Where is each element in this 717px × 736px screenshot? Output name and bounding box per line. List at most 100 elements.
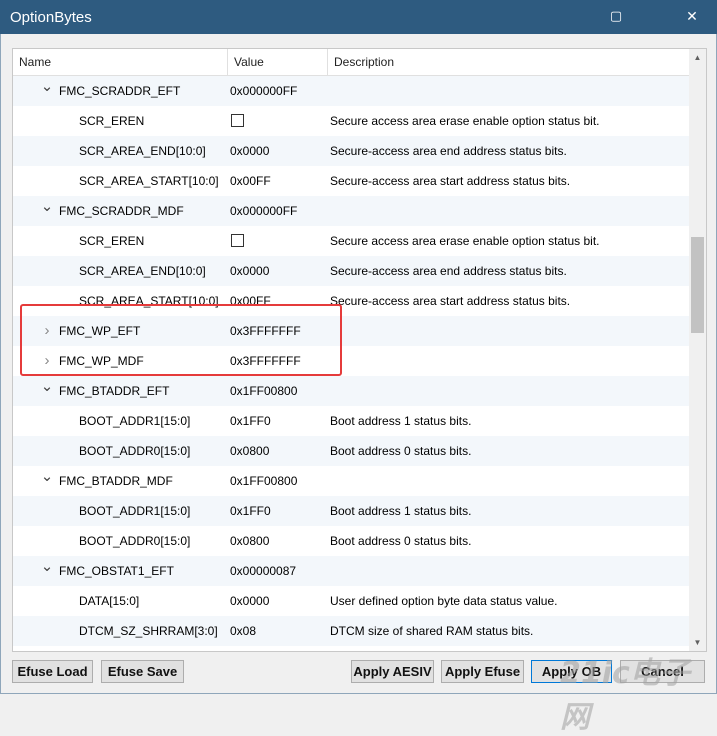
tree-row[interactable]: BOOT_ADDR0[15:0] 0x0800 Boot address 0 sta… (13, 436, 689, 466)
row-value-cell[interactable]: 0x3FFFFFFF (230, 346, 326, 376)
tree-row[interactable]: BOOT_ADDR1[15:0] 0x1FF0 Boot address 1 sta… (13, 406, 689, 436)
row-description (330, 556, 689, 586)
row-value: 0x0000 (230, 144, 270, 158)
tree-row[interactable]: BOOT_ADDR0[15:0] 0x0800 Boot address 0 sta… (13, 526, 689, 556)
row-name: BOOT_ADDR1[15:0] (79, 414, 191, 428)
row-value-cell[interactable]: 0x0000 (230, 136, 326, 166)
row-value-cell[interactable]: 0x0800 (230, 526, 326, 556)
row-name: BOOT_ADDR0[15:0] (79, 444, 191, 458)
tree-row[interactable]: SCR_AREA_START[10:0] 0x00FF Secure-access … (13, 286, 689, 316)
close-icon[interactable]: ✕ (680, 5, 704, 27)
row-value-cell[interactable]: 0x00000087 (230, 556, 326, 586)
tree-row[interactable]: SCR_AREA_START[10:0] 0x00FF Secure-access … (13, 166, 689, 196)
row-value-cell[interactable]: 0x1FF0 (230, 496, 326, 526)
row-name-cell: BOOT_ADDR0[15:0] (13, 526, 227, 556)
tree-row[interactable]: BOOT_ADDR1[15:0] 0x1FF0 Boot address 1 sta… (13, 496, 689, 526)
header-name[interactable]: Name (13, 49, 228, 75)
tree-row[interactable]: SCR_AREA_END[10:0] 0x0000 Secure-access ar… (13, 136, 689, 166)
tree-row[interactable]: ⌄ FMC_SCRADDR_EFT 0x000000FF (13, 76, 689, 106)
efuse-save-button[interactable]: Efuse Save (101, 660, 184, 683)
vertical-scrollbar[interactable]: ▲ ▼ (689, 49, 706, 651)
row-name: BOOT_ADDR1[15:0] (79, 504, 191, 518)
row-value-cell[interactable]: 0x0000 (230, 256, 326, 286)
chevron-down-icon[interactable]: ⌄ (40, 466, 54, 496)
cancel-button[interactable]: Cancel (620, 660, 705, 683)
tree-row[interactable]: DTCM_SZ_SHRRAM[3:0] 0x08 DTCM size of shar… (13, 616, 689, 646)
row-name: SCR_AREA_END[10:0] (79, 264, 206, 278)
row-value: 0x08 (230, 624, 257, 638)
row-name-cell: BOOT_ADDR1[15:0] (13, 406, 227, 436)
chevron-right-icon[interactable]: › (40, 316, 54, 346)
row-name: SCR_AREA_START[10:0] (79, 174, 219, 188)
row-name-cell: ⌄ FMC_SCRADDR_MDF (13, 196, 227, 226)
restore-icon[interactable]: ▢ (604, 5, 628, 27)
row-value: 0x3FFFFFFF (230, 354, 301, 368)
row-value: 0x0000 (230, 594, 270, 608)
chevron-down-icon[interactable]: ⌄ (40, 376, 54, 406)
row-value-cell[interactable]: 0x1FF0 (230, 406, 326, 436)
row-value-cell[interactable]: 0x000000FF (230, 76, 326, 106)
row-name-cell: › FMC_WP_EFT (13, 316, 227, 346)
row-value: 0x1FF00800 (230, 474, 298, 488)
tree-row[interactable]: ⌄ FMC_BTADDR_EFT 0x1FF00800 (13, 376, 689, 406)
scroll-up-icon[interactable]: ▲ (689, 49, 706, 66)
row-value-cell[interactable]: 0x00FF (230, 286, 326, 316)
row-value-cell[interactable]: 0x000000FF (230, 196, 326, 226)
header-description[interactable]: Description (328, 49, 689, 75)
row-name-cell: SCR_AREA_END[10:0] (13, 256, 227, 286)
row-value-cell[interactable]: 0x1FF00800 (230, 466, 326, 496)
row-description (330, 346, 689, 376)
chevron-down-icon[interactable]: ⌄ (40, 76, 54, 106)
tree-row[interactable]: ⌄ FMC_OBSTAT1_EFT 0x00000087 (13, 556, 689, 586)
row-name: SCR_EREN (79, 234, 145, 248)
row-description (330, 316, 689, 346)
row-value: 0x1FF0 (230, 414, 271, 428)
row-name: FMC_SCRADDR_MDF (59, 204, 184, 218)
scroll-thumb[interactable] (691, 237, 704, 333)
checkbox[interactable] (231, 234, 244, 248)
row-value-cell[interactable]: 0x1FF00800 (230, 376, 326, 406)
row-value-cell[interactable]: 0x0800 (230, 436, 326, 466)
tree-row[interactable]: ⌄ FMC_BTADDR_MDF 0x1FF00800 (13, 466, 689, 496)
row-value-cell[interactable]: 0x00FF (230, 166, 326, 196)
apply-efuse-button[interactable]: Apply Efuse (441, 660, 524, 683)
row-name-cell: ⌄ FMC_BTADDR_EFT (13, 376, 227, 406)
row-name: FMC_WP_EFT (59, 324, 141, 338)
tree-row[interactable]: › FMC_WP_EFT 0x3FFFFFFF (13, 316, 689, 346)
tree-row[interactable]: SCR_EREN Secure access area erase enable … (13, 106, 689, 136)
row-description: DTCM size of shared RAM status bits. (330, 624, 534, 638)
tree-row[interactable]: › FMC_WP_MDF 0x3FFFFFFF (13, 346, 689, 376)
scroll-down-icon[interactable]: ▼ (689, 634, 706, 651)
header-value[interactable]: Value (228, 49, 328, 75)
row-value: 0x0000 (230, 264, 270, 278)
apply-ob-button[interactable]: Apply OB (531, 660, 612, 683)
efuse-load-button[interactable]: Efuse Load (12, 660, 93, 683)
row-value-cell[interactable]: 0x08 (230, 616, 326, 646)
row-description: Boot address 1 status bits. (330, 504, 472, 518)
row-description: Secure access area erase enable option s… (330, 234, 600, 248)
row-name-cell: › FMC_WP_MDF (13, 346, 227, 376)
tree-row[interactable]: SCR_EREN Secure access area erase enable … (13, 226, 689, 256)
option-bytes-tree[interactable]: Name Value Description ⌄ FMC_SCRADDR_EFT 0… (12, 48, 707, 652)
tree-row[interactable]: SCR_AREA_END[10:0] 0x0000 Secure-access ar… (13, 256, 689, 286)
row-value-cell (230, 226, 326, 256)
chevron-down-icon[interactable]: ⌄ (40, 196, 54, 226)
chevron-right-icon[interactable]: › (40, 346, 54, 376)
checkbox[interactable] (231, 114, 244, 128)
row-name-cell: BOOT_ADDR0[15:0] (13, 436, 227, 466)
tree-row[interactable]: ⌄ FMC_SCRADDR_MDF 0x000000FF (13, 196, 689, 226)
row-name: SCR_AREA_END[10:0] (79, 144, 206, 158)
row-description (330, 76, 689, 106)
row-value-cell[interactable]: 0x3FFFFFFF (230, 316, 326, 346)
row-name: DATA[15:0] (79, 594, 140, 608)
row-name: FMC_OBSTAT1_EFT (59, 564, 174, 578)
row-name-cell: SCR_AREA_START[10:0] (13, 166, 227, 196)
table-header: Name Value Description (13, 49, 689, 76)
apply-aesiv-button[interactable]: Apply AESIV (351, 660, 434, 683)
row-name-cell: ⌄ FMC_OBSTAT1_EFT (13, 556, 227, 586)
window-title: OptionBytes (10, 9, 92, 26)
chevron-down-icon[interactable]: ⌄ (40, 556, 54, 586)
row-value-cell[interactable]: 0x0000 (230, 586, 326, 616)
row-value-cell (230, 106, 326, 136)
tree-row[interactable]: DATA[15:0] 0x0000 User defined option byte… (13, 586, 689, 616)
